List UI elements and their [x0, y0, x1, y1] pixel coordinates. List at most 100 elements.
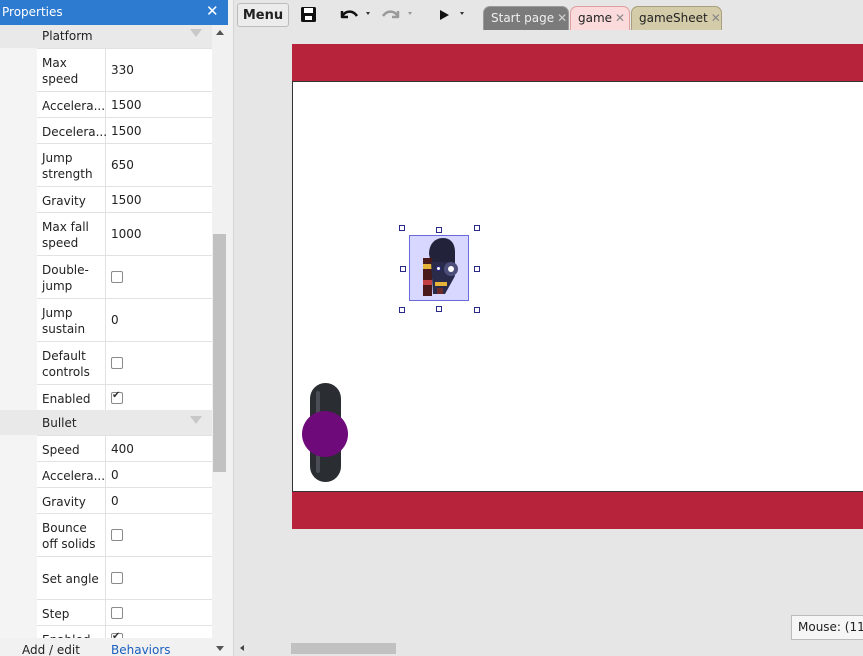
property-label: Jump sustain — [37, 298, 106, 341]
property-value-field[interactable]: 330 — [106, 48, 212, 91]
scroll-down-arrow-icon[interactable] — [216, 646, 224, 651]
row-gutter — [0, 143, 37, 186]
tab-start-page[interactable]: Start page ✕ — [483, 6, 569, 30]
property-row: Jump strength 650 — [0, 143, 212, 186]
behaviors-link[interactable]: Behaviors — [111, 643, 171, 656]
properties-scrollbar[interactable] — [212, 25, 228, 638]
property-row: Enabled — [0, 384, 212, 410]
row-gutter — [0, 384, 37, 410]
unchecked-checkbox[interactable] — [111, 572, 123, 584]
property-row: Max fall speed 1000 — [0, 212, 212, 255]
resize-handle[interactable] — [399, 225, 405, 231]
row-gutter — [0, 556, 37, 599]
resize-handle[interactable] — [436, 306, 442, 312]
layout-canvas[interactable] — [292, 81, 863, 492]
property-row: Max speed 330 — [0, 48, 212, 91]
property-row: Decelera... 1500 — [0, 117, 212, 143]
property-row: Gravity 0 — [0, 487, 212, 513]
property-value-field[interactable]: 650 — [106, 143, 212, 186]
play-icon[interactable] — [434, 3, 452, 27]
resize-handle[interactable] — [399, 307, 405, 313]
play-dropdown-icon[interactable] — [460, 12, 464, 15]
scroll-left-arrow-icon[interactable] — [240, 645, 244, 651]
scroll-up-arrow-icon[interactable] — [216, 30, 224, 35]
property-checkbox-cell[interactable] — [106, 341, 212, 384]
properties-scroll-thumb[interactable] — [213, 234, 226, 472]
layout-bottom-bar[interactable] — [292, 492, 863, 529]
property-checkbox-cell[interactable] — [106, 556, 212, 599]
property-label: Bounce off solids — [37, 513, 106, 556]
property-checkbox-cell[interactable] — [106, 513, 212, 556]
property-row: Step — [0, 599, 212, 625]
undo-dropdown-icon[interactable] — [366, 12, 370, 15]
checked-checkbox[interactable] — [111, 390, 123, 404]
row-gutter — [0, 91, 37, 117]
property-value-field[interactable]: 0 — [106, 461, 212, 487]
unchecked-checkbox[interactable] — [111, 529, 123, 541]
toolbar: Menu Start page ✕ game ✕ gameSheet ✕ — [234, 0, 863, 30]
property-row: Accelera... 1500 — [0, 91, 212, 117]
property-row: Accelera... 0 — [0, 461, 212, 487]
undo-icon[interactable] — [336, 3, 360, 27]
resize-handle[interactable] — [474, 225, 480, 231]
property-row: Jump sustain 0 — [0, 298, 212, 341]
row-gutter — [0, 212, 37, 255]
section-title: Bullet — [42, 416, 77, 430]
property-value: 1500 — [111, 192, 142, 207]
unchecked-checkbox[interactable] — [111, 271, 123, 283]
property-row: Speed 400 — [0, 435, 212, 461]
tab-gamesheet[interactable]: gameSheet ✕ — [631, 6, 722, 30]
tab-close-icon[interactable]: ✕ — [615, 11, 625, 25]
resize-handle[interactable] — [400, 266, 406, 272]
row-gutter — [0, 487, 37, 513]
layout-horizontal-scrollbar[interactable] — [234, 640, 863, 656]
close-icon[interactable]: ✕ — [206, 2, 219, 20]
properties-title: Properties — [2, 5, 63, 19]
property-value-field[interactable]: 1500 — [106, 91, 212, 117]
layout-top-bar[interactable] — [292, 44, 863, 81]
joystick-knob[interactable] — [302, 411, 348, 457]
property-label: Default controls — [37, 341, 106, 384]
property-value-field[interactable]: 0 — [106, 298, 212, 341]
resize-handle[interactable] — [474, 266, 480, 272]
property-label: Jump strength — [37, 143, 106, 186]
row-gutter — [0, 117, 37, 143]
horizontal-scroll-thumb[interactable] — [291, 643, 396, 654]
layout-view[interactable] — [234, 30, 863, 640]
property-value: 1500 — [111, 123, 142, 138]
property-value-field[interactable]: 1000 — [106, 212, 212, 255]
mouse-position-status: Mouse: (11 — [791, 615, 863, 640]
property-checkbox-cell[interactable] — [106, 384, 212, 410]
unchecked-checkbox[interactable] — [111, 606, 123, 619]
tab-game[interactable]: game ✕ — [570, 6, 630, 30]
menu-button[interactable]: Menu — [237, 3, 289, 27]
tab-close-icon[interactable]: ✕ — [557, 11, 567, 25]
property-value-field[interactable]: 0 — [106, 487, 212, 513]
tab-close-icon[interactable]: ✕ — [711, 11, 721, 25]
property-label: Speed — [37, 435, 106, 461]
section-header-platform[interactable]: Platform — [0, 25, 212, 48]
save-icon[interactable] — [298, 3, 320, 27]
section-header-bullet[interactable]: Bullet — [0, 410, 212, 435]
property-label: Enabled — [37, 384, 106, 410]
property-checkbox-cell[interactable] — [106, 255, 212, 298]
property-checkbox-cell[interactable] — [106, 599, 212, 625]
property-label: Decelera... — [37, 117, 107, 143]
properties-grid: Platform Max speed 330 Accelera... 1500 Decel… — [0, 25, 212, 656]
resize-handle[interactable] — [474, 307, 480, 313]
collapse-triangle-icon[interactable] — [190, 29, 202, 37]
property-value-field[interactable]: 1500 — [106, 117, 212, 143]
redo-dropdown-icon[interactable] — [408, 12, 412, 15]
unchecked-checkbox[interactable] — [111, 357, 123, 369]
origin-handle[interactable] — [436, 266, 441, 271]
collapse-triangle-icon[interactable] — [190, 416, 202, 424]
property-value-field[interactable]: 1500 — [106, 186, 212, 212]
redo-icon[interactable] — [378, 3, 402, 27]
property-label: Max speed — [37, 48, 106, 91]
resize-handle[interactable] — [436, 227, 442, 233]
property-value-field[interactable]: 400 — [106, 435, 212, 461]
row-gutter — [0, 513, 37, 556]
row-gutter — [0, 461, 37, 487]
property-value: 1500 — [111, 97, 142, 112]
property-label: Accelera... — [37, 91, 106, 117]
